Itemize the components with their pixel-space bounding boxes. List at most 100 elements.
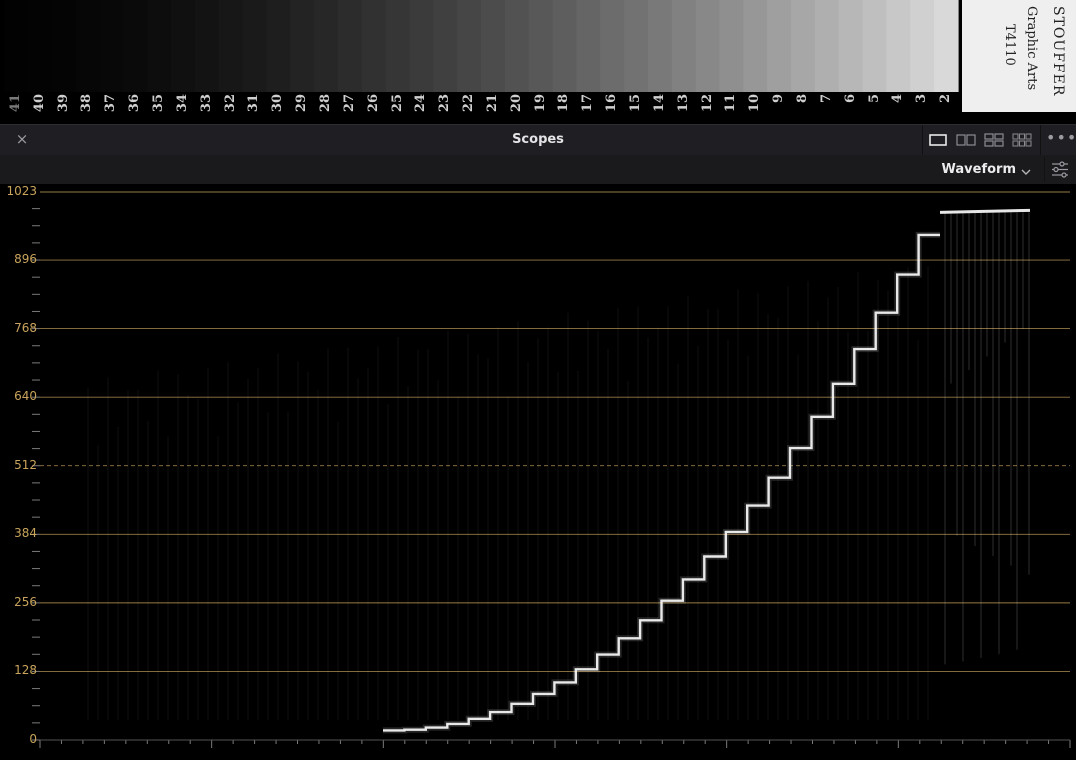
- brand-text: STOUFFER: [1050, 6, 1066, 97]
- wedge-step-patch: [4, 0, 29, 92]
- multi-view-icon[interactable]: [1010, 129, 1034, 151]
- y-axis-label: 640: [14, 389, 37, 404]
- wedge-step-patch: [242, 0, 267, 92]
- product-code: T4110: [1002, 24, 1017, 66]
- panel-title: Scopes: [512, 132, 564, 147]
- stouffer-label-card: STOUFFER Graphic Arts T4110: [962, 0, 1076, 112]
- step-number: 30: [270, 94, 286, 112]
- step-number: 22: [461, 94, 477, 112]
- step-number: 32: [222, 94, 238, 112]
- waveform-scope: 1023 896 768 640 512 384 256 128 0: [0, 184, 1076, 756]
- step-number: 17: [580, 94, 596, 112]
- wedge-step-patch: [170, 0, 196, 92]
- y-axis-label: 384: [14, 526, 37, 541]
- header-divider: [1040, 125, 1041, 155]
- wedge-step-patch: [314, 0, 339, 92]
- waveform-plateau: [939, 208, 1031, 214]
- wedge-step-patch: [290, 0, 315, 92]
- ellipsis-icon[interactable]: •••: [1046, 129, 1076, 151]
- step-number: 28: [317, 94, 333, 112]
- wedge-step-patch: [147, 0, 172, 92]
- wedge-step-patch: [123, 0, 148, 92]
- quad-view-icon[interactable]: [982, 129, 1006, 151]
- sliders-icon[interactable]: [1044, 157, 1075, 182]
- step-number: 40: [31, 94, 47, 112]
- y-axis-label: 512: [14, 457, 37, 472]
- scope-mode-dropdown[interactable]: Waveform: [942, 159, 1038, 182]
- step-number: 3: [914, 94, 930, 104]
- step-number: 26: [365, 94, 381, 112]
- header-divider: [922, 125, 923, 155]
- single-view-icon[interactable]: [926, 129, 950, 151]
- wedge-step-patch: [433, 0, 458, 92]
- wedge-step-patch: [75, 0, 100, 92]
- step-number: 24: [413, 94, 429, 112]
- wedge-step-patch: [504, 0, 530, 92]
- wedge-step-patch: [361, 0, 387, 92]
- step-number: 5: [866, 94, 882, 104]
- wedge-step-patch: [910, 0, 935, 92]
- wedge-step-patch: [481, 0, 506, 92]
- step-number: 19: [532, 94, 548, 112]
- y-axis-label: 896: [14, 252, 37, 267]
- step-number: 34: [174, 94, 190, 112]
- y-axis-label: 256: [14, 594, 37, 609]
- wedge-step-patch: [576, 0, 601, 92]
- wedge-step-patch: [934, 0, 959, 92]
- step-wedge-image: 41 40 39 38 37 36 35 34 33 32 31 30 29 28 27 26 25 24 23 22…: [0, 0, 1076, 112]
- wedge-step-patch: [385, 0, 411, 92]
- wedge-step-patch: [695, 0, 721, 92]
- step-number: 33: [198, 94, 214, 112]
- step-number: 9: [771, 94, 787, 104]
- scope-mode-label: Waveform: [941, 162, 1016, 177]
- wedge-step-patch: [624, 0, 649, 92]
- step-number: 38: [79, 94, 95, 112]
- wedge-step-patch: [647, 0, 673, 92]
- step-number: 18: [556, 94, 572, 112]
- step-number: 6: [842, 94, 858, 104]
- wedge-step-patch: [218, 0, 244, 92]
- wedge-step-patch: [767, 0, 792, 92]
- wedge-step-patch: [552, 0, 577, 92]
- wedge-step-patch: [27, 0, 53, 92]
- wedge-step-patch: [99, 0, 124, 92]
- step-number: 23: [437, 94, 453, 112]
- step-number: 29: [294, 94, 310, 112]
- scopes-panel-header: × Scopes •••: [0, 124, 1076, 156]
- wedge-step-patch: [457, 0, 482, 92]
- wedge-step-patch: [814, 0, 840, 92]
- dual-view-icon[interactable]: [954, 129, 978, 151]
- wedge-step-patch: [886, 0, 911, 92]
- step-number: 7: [818, 94, 834, 104]
- step-number: 11: [723, 94, 739, 112]
- step-number: 39: [55, 94, 71, 112]
- waveform-trace-glow: [383, 231, 940, 734]
- step-number: 25: [389, 94, 405, 112]
- step-number: 8: [794, 94, 810, 104]
- chevron-down-icon: [1020, 163, 1032, 182]
- step-number: 10: [747, 94, 763, 112]
- y-axis-label: 128: [14, 663, 37, 678]
- step-number: 12: [699, 94, 715, 112]
- step-number: 14: [651, 94, 667, 112]
- wedge-step-patch: [528, 0, 554, 92]
- step-number: 27: [341, 94, 357, 112]
- wedge-step-patch: [266, 0, 291, 92]
- step-number: 15: [628, 94, 644, 112]
- wedge-step-patch: [671, 0, 697, 92]
- step-number: 41: [7, 94, 23, 112]
- step-number: 20: [508, 94, 524, 112]
- wedge-step-patch: [600, 0, 625, 92]
- wedge-step-patch: [337, 0, 363, 92]
- scope-toolbar: Waveform: [0, 155, 1076, 184]
- step-number: 31: [246, 94, 262, 112]
- wedge-step-patch: [862, 0, 888, 92]
- step-number: 37: [103, 94, 119, 112]
- step-number: 2: [938, 94, 954, 104]
- y-axis-label: 0: [29, 732, 37, 746]
- wedge-step-patch: [838, 0, 864, 92]
- step-number: 16: [604, 94, 620, 112]
- wedge-step-patch: [719, 0, 744, 92]
- step-number: 21: [484, 94, 500, 112]
- wedge-step-patch: [791, 0, 816, 92]
